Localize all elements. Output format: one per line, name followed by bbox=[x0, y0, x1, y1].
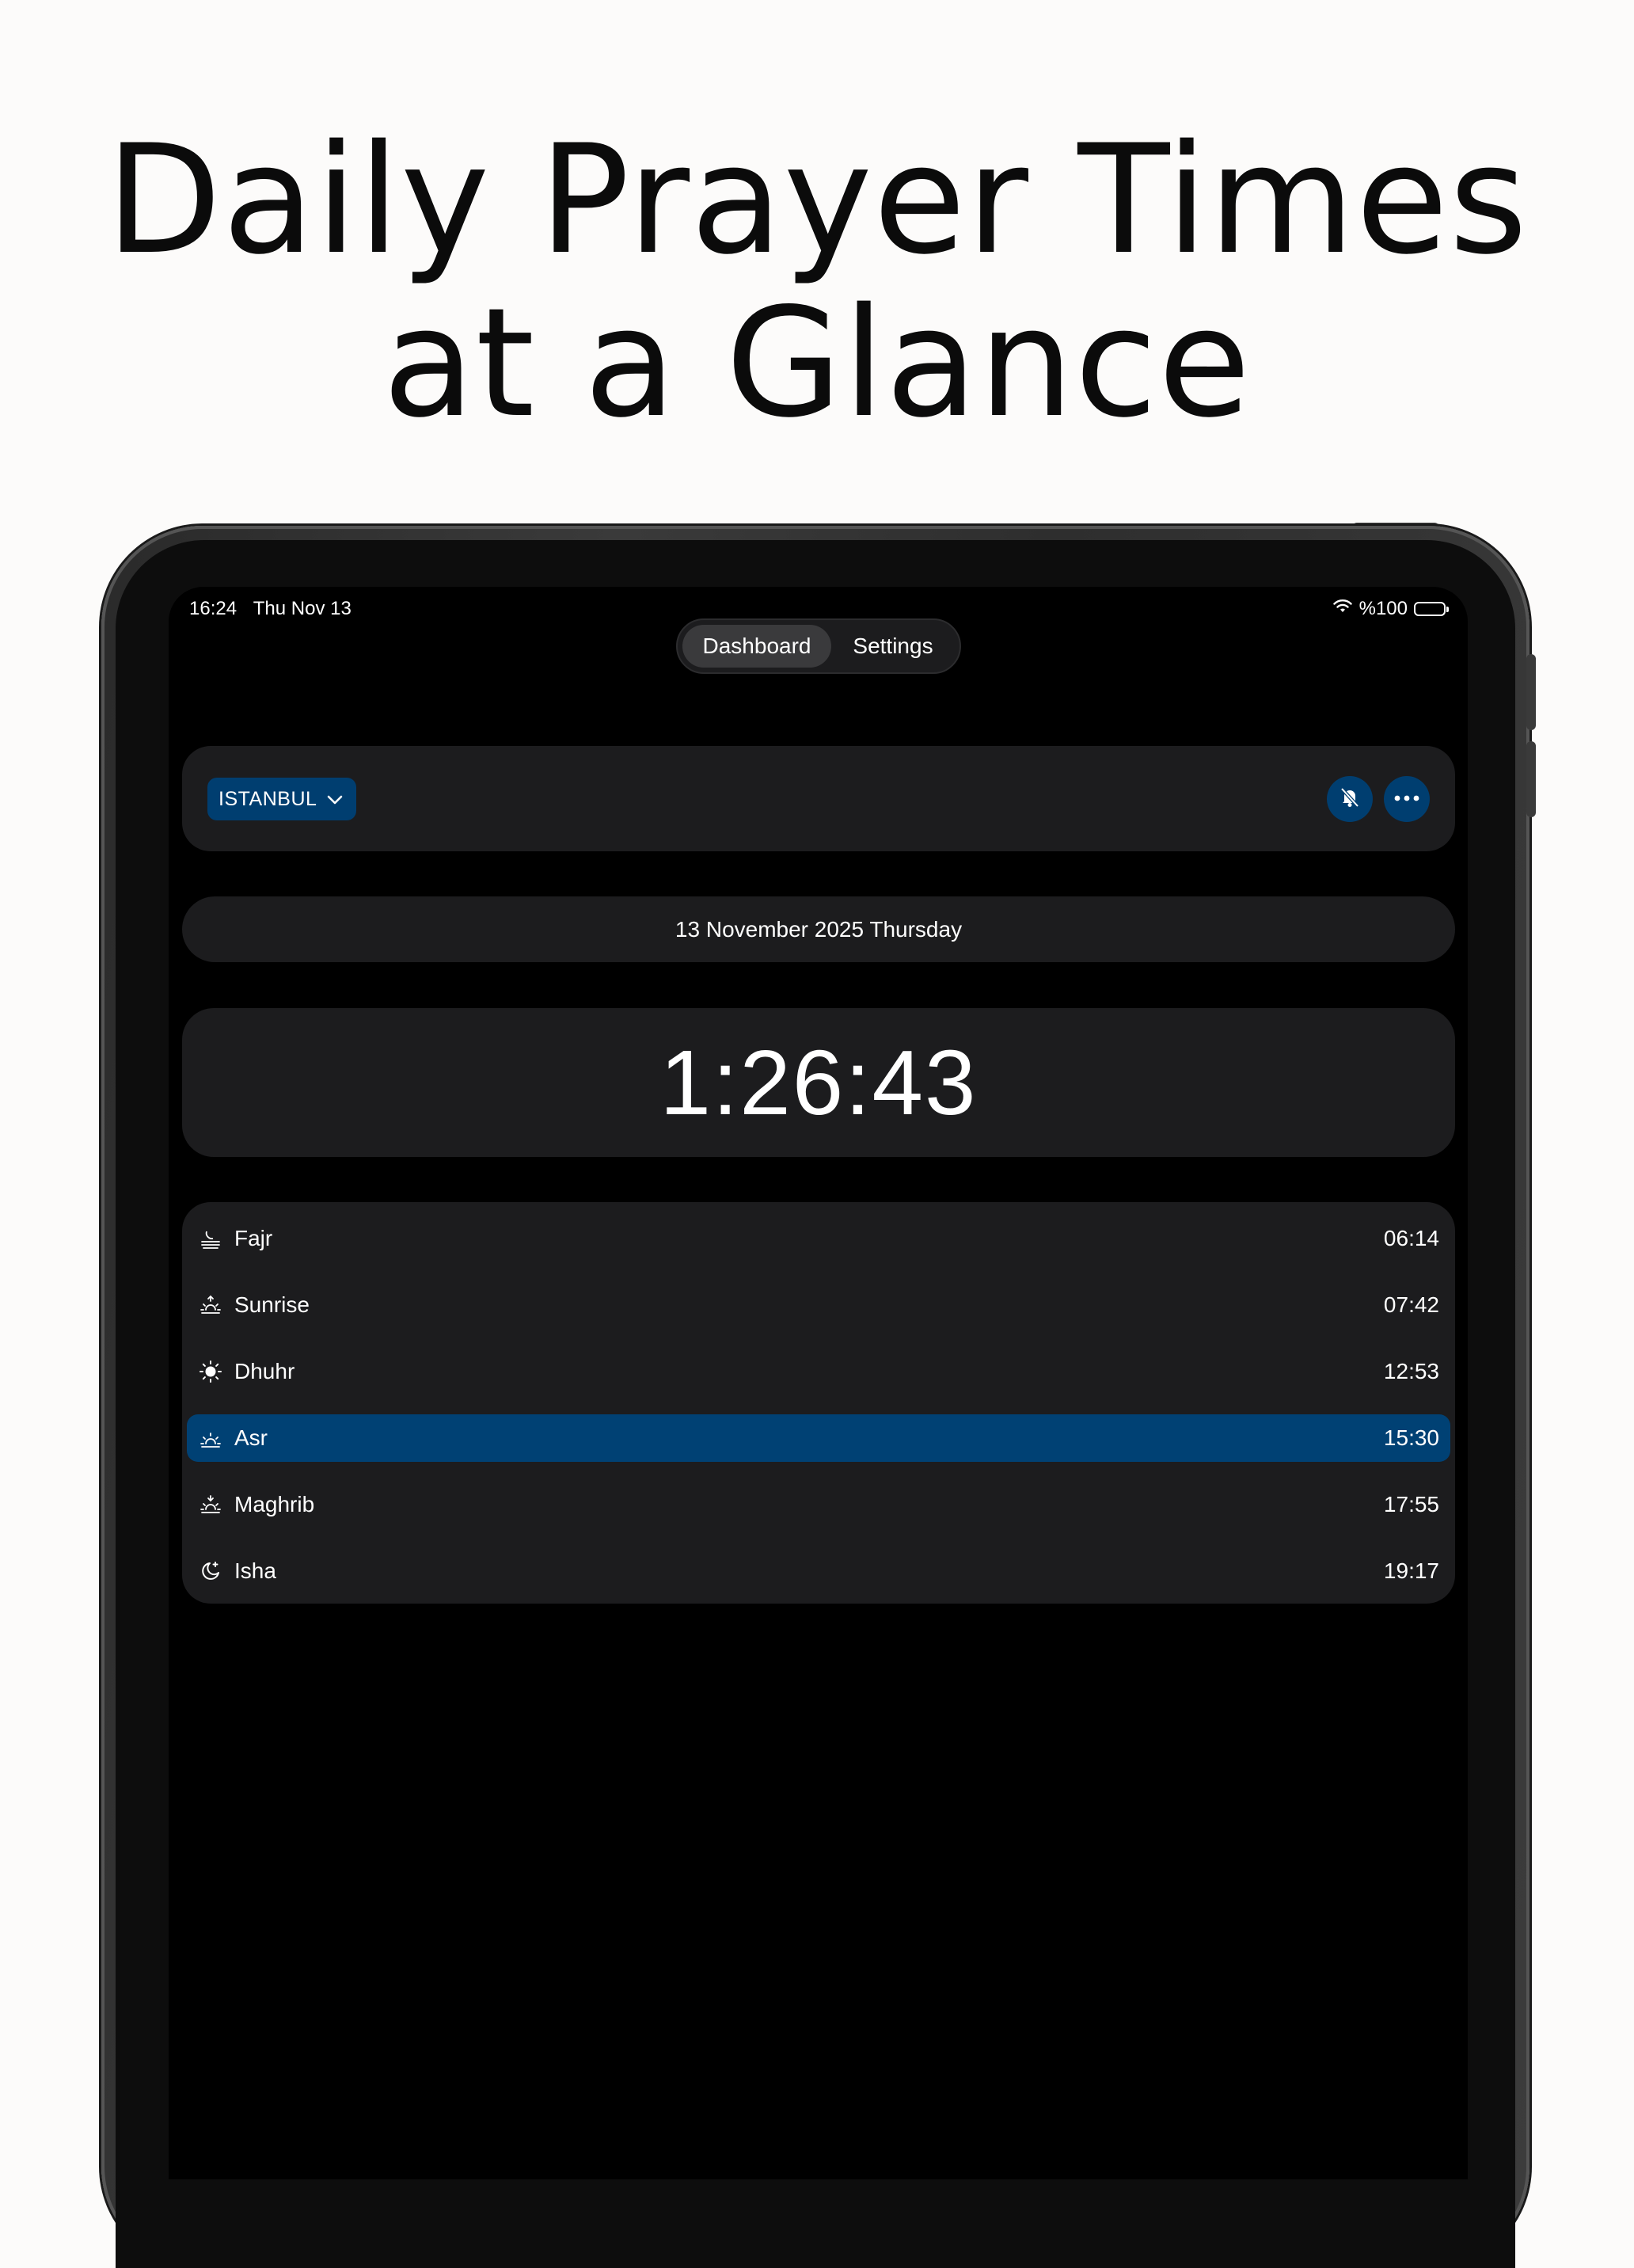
chevron-down-icon bbox=[326, 788, 344, 811]
prayer-time: 15:30 bbox=[1383, 1425, 1439, 1450]
asr-icon bbox=[198, 1425, 223, 1451]
tab-settings[interactable]: Settings bbox=[831, 625, 955, 668]
location-picker-button[interactable]: ISTANBUL bbox=[207, 778, 357, 820]
headline-line-2: at a Glance bbox=[382, 276, 1252, 451]
prayer-row-sunrise: Sunrise 07:42 bbox=[182, 1272, 1455, 1338]
prayer-row-fajr: Fajr 06:14 bbox=[182, 1205, 1455, 1272]
headline-line-1: Daily Prayer Times bbox=[105, 112, 1529, 287]
countdown-card: 1:26:43 bbox=[182, 1008, 1455, 1157]
prayer-times-card: Fajr 06:14 Sunrise 07:42 Dhuhr 12:53 Asr… bbox=[182, 1202, 1455, 1604]
prayer-row-isha: Isha 19:17 bbox=[182, 1538, 1455, 1604]
moon-icon bbox=[198, 1558, 223, 1584]
status-time: 16:24 bbox=[189, 598, 238, 619]
app-screen: 16:24 Thu Nov 13 %100 Dashboard Settings… bbox=[169, 587, 1468, 2179]
sunrise-icon bbox=[198, 1292, 223, 1318]
prayer-time: 12:53 bbox=[1383, 1359, 1439, 1383]
current-date-label: 13 November 2025 Thursday bbox=[674, 916, 963, 942]
tab-dashboard[interactable]: Dashboard bbox=[682, 625, 831, 668]
status-bar-left: 16:24 Thu Nov 13 bbox=[189, 598, 352, 620]
prayer-name: Isha bbox=[234, 1558, 276, 1583]
mute-notifications-button[interactable] bbox=[1327, 776, 1373, 822]
location-city: ISTANBUL bbox=[218, 787, 317, 810]
more-options-button[interactable] bbox=[1384, 776, 1430, 822]
wifi-icon bbox=[1332, 598, 1353, 620]
prayer-row-asr: Asr 15:30 bbox=[187, 1414, 1450, 1462]
sun-icon bbox=[198, 1359, 223, 1384]
prayer-name: Dhuhr bbox=[234, 1359, 295, 1383]
status-bar-right: %100 bbox=[1332, 598, 1449, 620]
location-card: ISTANBUL bbox=[182, 746, 1455, 851]
bell-slash-icon bbox=[1338, 786, 1362, 813]
countdown-timer: 1:26:43 bbox=[659, 1031, 978, 1134]
status-date: Thu Nov 13 bbox=[253, 598, 352, 619]
fajr-icon bbox=[198, 1226, 223, 1251]
tab-segmented-control: Dashboard Settings bbox=[676, 618, 961, 674]
headline: Daily Prayer Times at a Glance bbox=[0, 119, 1634, 445]
prayer-name: Sunrise bbox=[234, 1292, 310, 1317]
date-card: 13 November 2025 Thursday bbox=[182, 896, 1455, 962]
device-side-button-2 bbox=[1526, 741, 1536, 817]
prayer-time: 19:17 bbox=[1383, 1558, 1439, 1583]
ellipsis-icon bbox=[1393, 792, 1420, 806]
prayer-row-dhuhr: Dhuhr 12:53 bbox=[182, 1338, 1455, 1405]
battery-percentage: %100 bbox=[1358, 598, 1408, 619]
sunset-icon bbox=[198, 1492, 223, 1517]
prayer-name: Asr bbox=[234, 1425, 268, 1450]
prayer-time: 17:55 bbox=[1383, 1492, 1439, 1516]
battery-icon bbox=[1414, 602, 1449, 616]
device-side-button-1 bbox=[1526, 654, 1536, 730]
prayer-row-maghrib: Maghrib 17:55 bbox=[182, 1471, 1455, 1538]
prayer-name: Fajr bbox=[234, 1226, 273, 1250]
prayer-time: 06:14 bbox=[1383, 1226, 1439, 1250]
prayer-name: Maghrib bbox=[234, 1492, 315, 1516]
prayer-time: 07:42 bbox=[1383, 1292, 1439, 1317]
